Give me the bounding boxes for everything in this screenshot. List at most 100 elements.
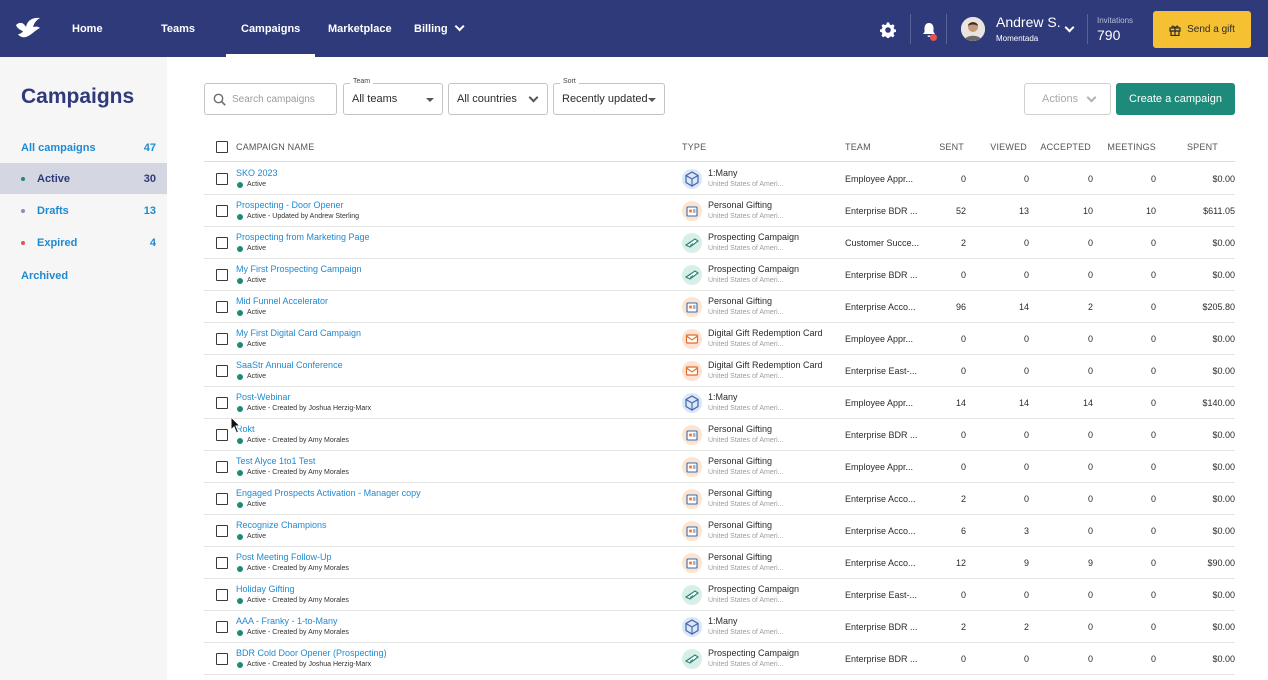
table-row[interactable]: Post Meeting Follow-Up Active - Created b… [204,547,1235,579]
table-row[interactable]: Rokt Active - Created by Amy Morales Perso… [204,419,1235,451]
row-checkbox[interactable] [216,557,228,569]
column-header-viewed[interactable]: VIEWED [969,142,1027,152]
sidebar-item-active[interactable]: Active 30 [0,163,167,194]
table-row[interactable]: Recognize Champions Active Personal Giftin… [204,515,1235,547]
active-status-dot [237,629,243,636]
sort-select-label: Sort [560,78,579,85]
campaign-team: Enterprise Acco... [845,494,916,504]
column-header-team[interactable]: TEAM [845,142,871,152]
sidebar-item-archived[interactable]: Archived [0,260,167,291]
row-checkbox[interactable] [216,333,228,345]
sent-count: 0 [960,462,966,472]
row-checkbox[interactable] [216,301,228,313]
search-input[interactable] [232,93,332,105]
actions-button[interactable]: Actions [1024,83,1111,115]
top-navigation-bar: Home Teams Campaigns Marketplace Billing… [0,0,1268,57]
row-checkbox[interactable] [216,429,228,441]
active-status-dot [237,501,243,508]
row-checkbox[interactable] [216,461,228,473]
campaign-status: Active - Created by Amy Morales [236,597,349,604]
campaign-type: Prospecting Campaign [708,264,800,274]
nav-home[interactable]: Home [72,0,103,57]
table-row[interactable]: SKO 2023 Active 1:Many United States of Ame… [204,163,1235,195]
user-name[interactable]: Andrew S. [996,14,1061,30]
search-field[interactable] [204,83,337,115]
column-header-sent[interactable]: SENT [906,142,964,152]
column-header-meetings[interactable]: MEETINGS [1096,142,1156,152]
campaign-status-text: Active - Created by Amy Morales [247,565,349,572]
campaign-country: United States of Ameri... [708,309,784,316]
row-checkbox[interactable] [216,493,228,505]
create-campaign-button[interactable]: Create a campaign [1116,83,1235,115]
row-checkbox[interactable] [216,621,228,633]
campaign-type: Personal Gifting [708,552,773,562]
campaign-name-link[interactable]: BDR Cold Door Opener (Prospecting) [236,648,387,658]
campaign-country: United States of Ameri... [708,533,784,540]
sort-select[interactable]: Sort Recently updated [553,78,665,115]
row-checkbox[interactable] [216,237,228,249]
sidebar-item-drafts[interactable]: Drafts 13 [0,195,167,226]
accepted-count: 0 [1087,174,1093,184]
gear-icon[interactable] [880,22,896,38]
table-row[interactable]: SaaStr Annual Conference Active Digital Gi… [204,355,1235,387]
campaign-name-link[interactable]: Post Meeting Follow-Up [236,552,332,562]
nav-teams[interactable]: Teams [161,0,195,57]
table-row[interactable]: Post-Webinar Active - Created by Joshua H… [204,387,1235,419]
row-checkbox[interactable] [216,653,228,665]
campaign-name-link[interactable]: SKO 2023 [236,168,278,178]
accepted-count: 2 [1087,302,1093,312]
country-select[interactable]: All countries [448,83,548,115]
table-row[interactable]: Prospecting from Marketing Page Active Pro… [204,227,1235,259]
campaign-name-link[interactable]: Prospecting from Marketing Page [236,232,370,242]
prospecting-campaign-icon [682,649,702,669]
user-avatar-icon [961,17,985,41]
team-select[interactable]: Team All teams [343,78,443,115]
chevron-down-icon[interactable] [1064,22,1075,33]
avatar[interactable] [961,17,985,41]
campaign-name-link[interactable]: SaaStr Annual Conference [236,360,343,370]
nav-billing[interactable]: Billing [414,0,465,57]
campaign-country: United States of Ameri... [708,437,784,444]
campaign-name-link[interactable]: AAA - Franky - 1-to-Many [236,616,338,626]
row-checkbox[interactable] [216,205,228,217]
table-row[interactable]: Engaged Prospects Activation - Manager c… [204,483,1235,515]
row-checkbox[interactable] [216,589,228,601]
row-checkbox[interactable] [216,365,228,377]
campaign-name-link[interactable]: My First Prospecting Campaign [236,264,362,274]
send-gift-button[interactable]: Send a gift [1153,11,1251,48]
table-row[interactable]: Prospecting - Door Opener Active - Update… [204,195,1235,227]
table-row[interactable]: My First Digital Card Campaign Active Digi… [204,323,1235,355]
sent-count: 6 [960,526,966,536]
column-header-name[interactable]: CAMPAIGN NAME [236,142,314,152]
select-all-checkbox[interactable] [216,141,228,153]
table-row[interactable]: Mid Funnel Accelerator Active Personal Gif… [204,291,1235,323]
column-header-accepted[interactable]: ACCEPTED [1033,142,1091,152]
accepted-count: 0 [1087,654,1093,664]
campaign-name-link[interactable]: Engaged Prospects Activation - Manager c… [236,488,421,498]
table-row[interactable]: BDR Cold Door Opener (Prospecting) Active… [204,643,1235,675]
campaign-name-link[interactable]: My First Digital Card Campaign [236,328,361,338]
campaign-name-link[interactable]: Recognize Champions [236,520,327,530]
sidebar-item-all-campaigns[interactable]: All campaigns 47 [0,132,167,163]
campaign-name-link[interactable]: Post-Webinar [236,392,290,402]
campaign-status: Active [236,309,266,316]
campaign-team: Enterprise Acco... [845,526,916,536]
campaign-name-link[interactable]: Mid Funnel Accelerator [236,296,328,306]
column-header-spent[interactable]: SPENT [1175,142,1218,152]
table-row[interactable]: AAA - Franky - 1-to-Many Active - Created… [204,611,1235,643]
campaign-name-link[interactable]: Prospecting - Door Opener [236,200,344,210]
table-row[interactable]: Holiday Gifting Active - Created by Amy M… [204,579,1235,611]
column-header-type[interactable]: TYPE [682,142,706,152]
nav-campaigns[interactable]: Campaigns [225,0,316,57]
row-checkbox[interactable] [216,269,228,281]
table-row[interactable]: My First Prospecting Campaign Active Prosp… [204,259,1235,291]
campaign-name-link[interactable]: Test Alyce 1to1 Test [236,456,315,466]
row-checkbox[interactable] [216,397,228,409]
campaign-name-link[interactable]: Holiday Gifting [236,584,295,594]
dove-logo-icon[interactable] [14,15,42,41]
table-row[interactable]: Test Alyce 1to1 Test Active - Created by … [204,451,1235,483]
sidebar-item-expired[interactable]: Expired 4 [0,227,167,258]
row-checkbox[interactable] [216,173,228,185]
nav-marketplace[interactable]: Marketplace [328,0,392,57]
row-checkbox[interactable] [216,525,228,537]
